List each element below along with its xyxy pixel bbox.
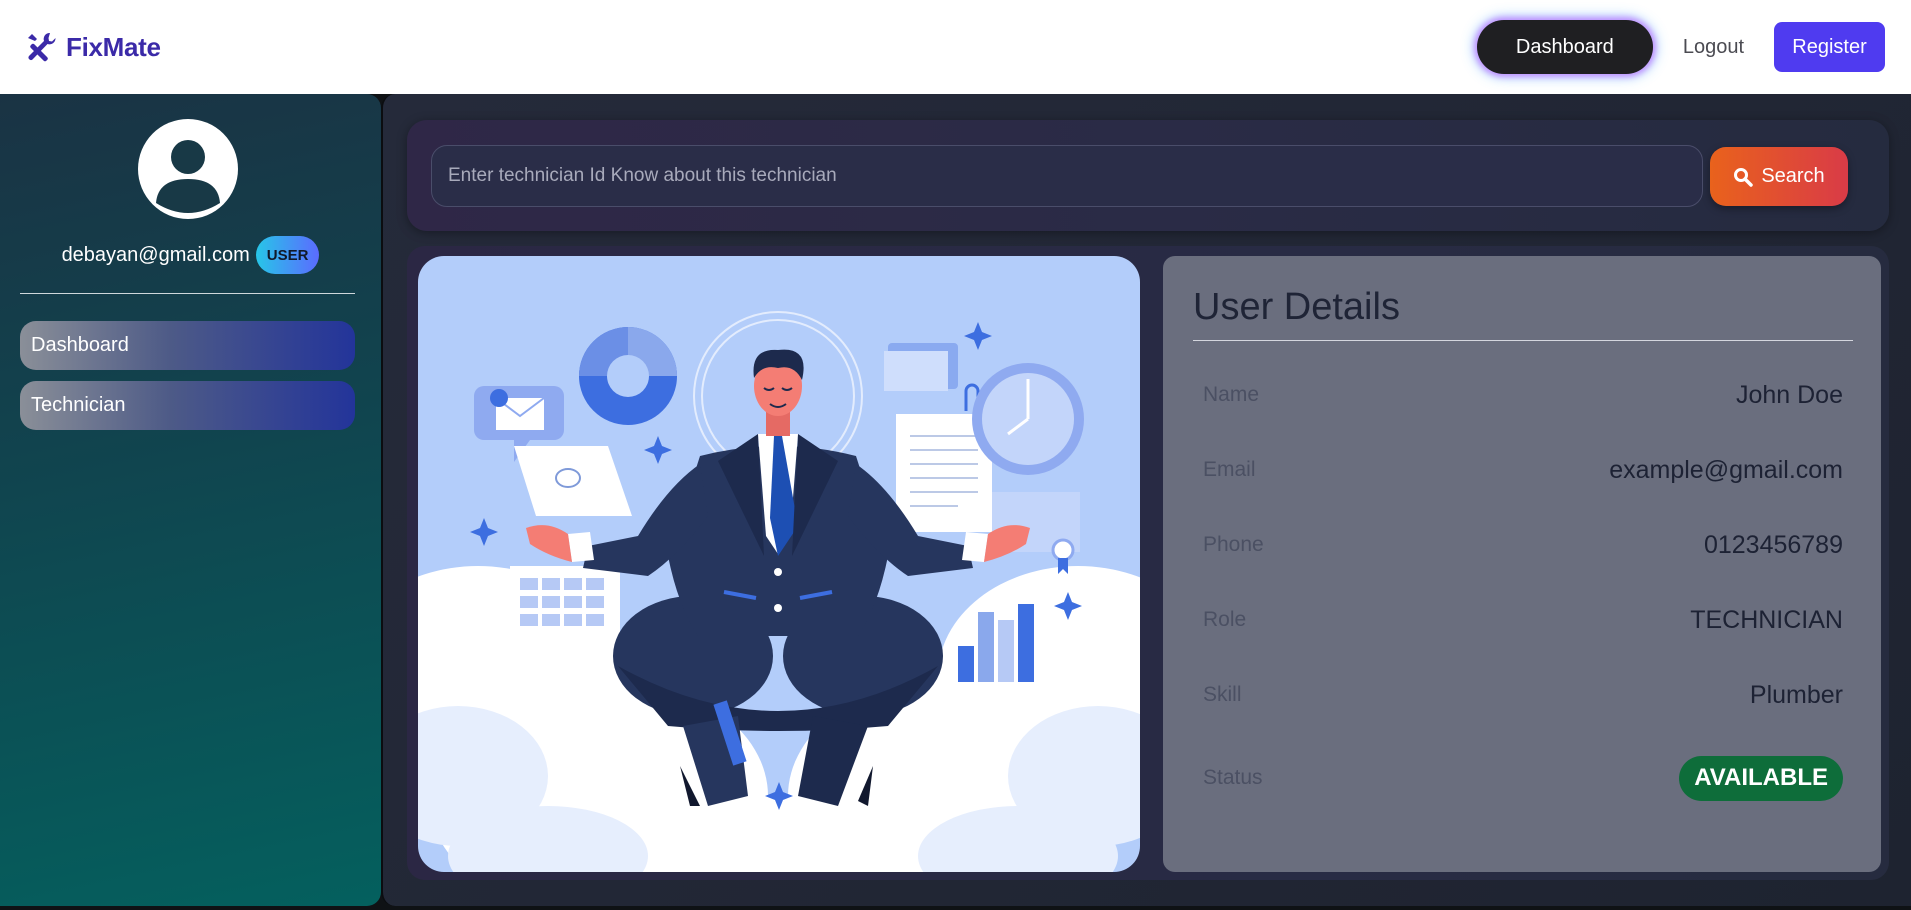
detail-value: Plumber [1749,680,1843,709]
detail-value: example@gmail.com [1609,455,1843,484]
status-badge: AVAILABLE [1679,755,1843,801]
detail-row-status: Status AVAILABLE [1203,755,1843,801]
sidebar-item-dashboard[interactable]: Dashboard [20,321,355,370]
nav-logout-link[interactable]: Logout [1683,36,1744,59]
search-button[interactable]: Search [1710,147,1848,206]
detail-label: Email [1203,458,1256,481]
detail-value: 0123456789 [1703,530,1843,559]
meditating-businessman-illustration [418,256,1140,872]
detail-label: Skill [1203,683,1242,706]
sidebar: debayan@gmail.com USER Dashboard Technic… [0,94,381,906]
detail-row-name: Name John Doe [1203,375,1843,415]
nav-actions: Dashboard Logout Register [1476,20,1885,74]
brand-name: FixMate [66,31,161,62]
content-panel: User Details Name John Doe Email example… [407,246,1889,880]
detail-value: TECHNICIAN [1690,605,1843,634]
sidebar-divider [20,293,355,294]
main-content: Search [381,94,1911,906]
user-info: debayan@gmail.com USER [0,236,381,274]
illustration-graphic [418,311,1140,872]
technician-id-search-input[interactable] [431,145,1703,207]
detail-row-role: Role TECHNICIAN [1203,600,1843,640]
detail-label: Phone [1203,533,1264,556]
detail-row-skill: Skill Plumber [1203,675,1843,715]
brand-logo[interactable]: FixMate [24,30,161,64]
nav-register-button[interactable]: Register [1774,22,1885,72]
detail-row-phone: Phone 0123456789 [1203,525,1843,565]
avatar [138,119,238,219]
detail-label: Status [1203,766,1263,789]
detail-value: John Doe [1735,380,1843,409]
details-divider [1193,340,1853,341]
tools-icon [28,32,56,62]
role-badge: USER [255,236,320,274]
detail-label: Name [1203,383,1260,406]
top-navbar: FixMate Dashboard Logout Register [0,0,1911,94]
nav-dashboard-button[interactable]: Dashboard [1476,20,1653,74]
detail-label: Role [1203,608,1247,631]
user-details-card: User Details Name John Doe Email example… [1163,256,1881,872]
sidebar-item-technician[interactable]: Technician [20,381,355,430]
user-avatar-icon [156,140,220,213]
detail-row-email: Email example@gmail.com [1203,450,1843,490]
user-email: debayan@gmail.com [61,243,250,266]
search-button-label: Search [1761,165,1825,187]
search-panel: Search [407,120,1889,231]
search-icon [1734,167,1754,187]
user-details-title: User Details [1193,286,1400,328]
